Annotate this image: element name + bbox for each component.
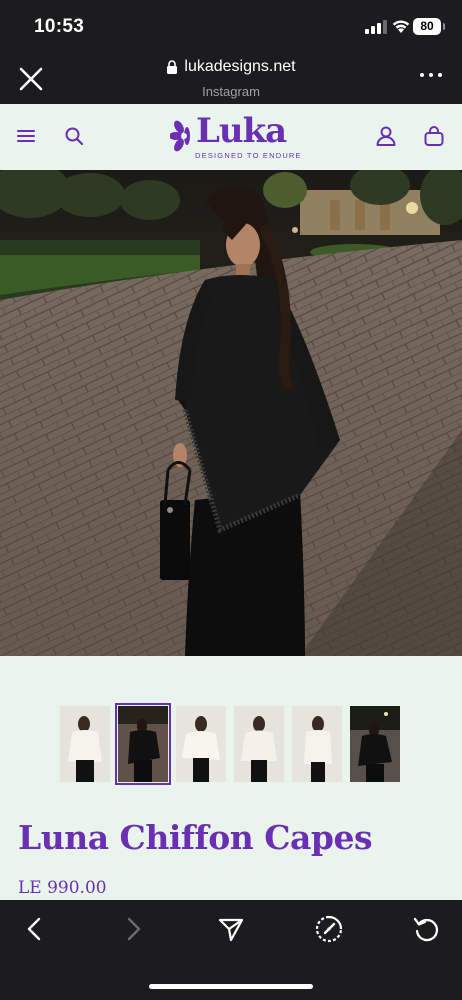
product-price: LE 990.00: [18, 878, 107, 898]
page-url: lukadesigns.net: [184, 58, 296, 75]
thumbnail-gallery: [60, 703, 404, 785]
home-indicator[interactable]: [149, 984, 313, 989]
search-icon[interactable]: [62, 124, 86, 148]
status-time: 10:53: [34, 16, 85, 37]
logo-mark-icon: [170, 120, 190, 152]
account-icon[interactable]: [374, 124, 398, 148]
thumb-white-cape-4[interactable]: [292, 706, 342, 782]
product-details: Luna Chiffon Capes LE 990.00: [0, 656, 462, 900]
cart-icon[interactable]: [422, 124, 446, 148]
status-bar: 10:53 80: [0, 0, 462, 52]
product-main-image[interactable]: [0, 170, 462, 656]
thumb-white-cape-1[interactable]: [60, 706, 110, 782]
thumb-black-cape-night-2[interactable]: [350, 706, 400, 782]
close-icon[interactable]: [16, 64, 46, 94]
referrer-label: Instagram: [202, 84, 260, 99]
site-header: Luka DESIGNED TO ENDURE: [0, 104, 462, 170]
product-photo: [0, 170, 462, 656]
reload-icon[interactable]: [412, 914, 442, 944]
menu-icon[interactable]: [14, 124, 38, 148]
share-icon[interactable]: [216, 914, 246, 944]
product-title: Luna Chiffon Capes: [18, 818, 373, 857]
more-icon[interactable]: [418, 70, 444, 80]
logo-wordmark: Luka: [196, 111, 287, 151]
compass-icon[interactable]: [314, 914, 344, 944]
back-icon[interactable]: [20, 914, 50, 944]
lock-icon: [167, 60, 178, 74]
browser-header: lukadesigns.net Instagram: [0, 52, 462, 104]
thumb-white-cape-2[interactable]: [176, 706, 226, 782]
url-block[interactable]: lukadesigns.net Instagram: [100, 58, 362, 99]
cellular-signal-icon: [365, 20, 387, 34]
wifi-icon: [392, 20, 410, 33]
logo-tagline: DESIGNED TO ENDURE: [195, 151, 302, 160]
site-logo[interactable]: Luka DESIGNED TO ENDURE: [170, 111, 301, 163]
forward-icon[interactable]: [118, 914, 148, 944]
thumb-white-cape-3[interactable]: [234, 706, 284, 782]
battery-indicator: 80: [413, 18, 445, 35]
thumb-black-cape-night[interactable]: [115, 703, 171, 785]
